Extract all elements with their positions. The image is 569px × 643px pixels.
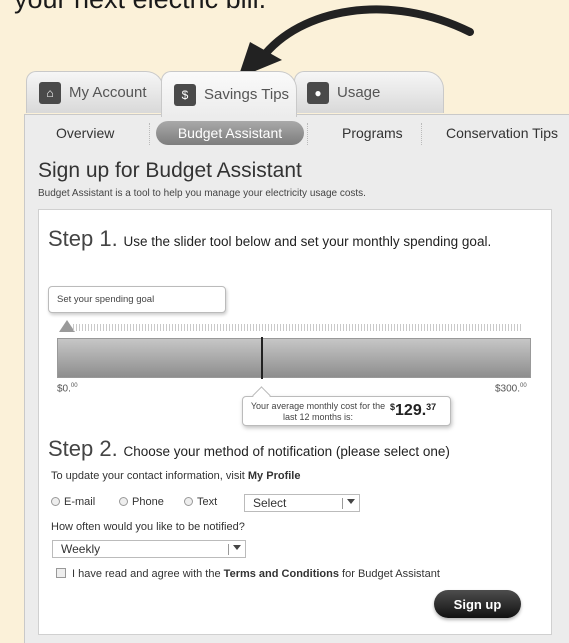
step1-heading: Step 1. Use the slider tool below and se… [48, 226, 491, 252]
lightbulb-icon: ● [307, 81, 329, 104]
radio-circle-icon [119, 497, 128, 506]
average-cost-tooltip: Your average monthly cost for the last 1… [242, 396, 451, 426]
my-profile-link[interactable]: My Profile [248, 470, 301, 482]
subnav-budget-assistant[interactable]: Budget Assistant [156, 121, 304, 145]
subnav-divider [307, 123, 308, 145]
radio-phone[interactable]: Phone [119, 496, 164, 508]
tab-label: My Account [69, 84, 147, 101]
chevron-down-icon [233, 545, 241, 550]
subnav-programs[interactable]: Programs [342, 125, 403, 141]
chevron-down-icon [347, 499, 355, 504]
step1-text: Use the slider tool below and set your m… [123, 234, 492, 249]
average-cost-value: $129.37 [390, 402, 437, 419]
subnav-divider [421, 123, 422, 145]
frequency-select[interactable]: Weekly [52, 540, 246, 558]
step2-text: Choose your method of notification (plea… [123, 444, 450, 459]
main-panel: Overview Budget Assistant Programs Conse… [24, 114, 569, 643]
sub-navigation: Overview Budget Assistant Programs Conse… [25, 119, 569, 151]
subnav-overview[interactable]: Overview [56, 125, 114, 141]
main-tabs: ⌂ My Account $ Savings Tips ● Usage [26, 71, 546, 117]
page-description: Budget Assistant is a tool to help you m… [38, 188, 366, 199]
subnav-conservation-tips[interactable]: Conservation Tips [446, 125, 558, 141]
method-select[interactable]: Select [244, 494, 360, 512]
slider-ticks [73, 324, 523, 331]
tab-label: Savings Tips [204, 86, 290, 103]
frequency-label: How often would you like to be notified? [51, 521, 245, 533]
tab-savings-tips[interactable]: $ Savings Tips [161, 71, 297, 117]
sign-up-button[interactable]: Sign up [434, 590, 521, 618]
tab-usage[interactable]: ● Usage [294, 71, 444, 113]
checkbox-icon [56, 568, 66, 578]
radio-circle-icon [184, 497, 193, 506]
signup-form: Step 1. Use the slider tool below and se… [38, 209, 552, 635]
subnav-divider [149, 123, 150, 145]
page-title: Sign up for Budget Assistant [38, 159, 302, 182]
average-cost-label: Your average monthly cost for the last 1… [250, 401, 386, 422]
home-icon: ⌂ [39, 81, 61, 104]
tab-my-account[interactable]: ⌂ My Account [26, 71, 164, 113]
radio-text[interactable]: Text [184, 496, 217, 508]
step2-heading: Step 2. Choose your method of notificati… [48, 436, 450, 462]
contact-info-line: To update your contact information, visi… [51, 470, 301, 482]
spending-goal-tooltip: Set your spending goal [48, 286, 226, 313]
tab-label: Usage [337, 84, 381, 101]
average-cost-marker [261, 337, 264, 379]
slider-min-label: $0.00 [57, 383, 78, 395]
terms-checkbox[interactable]: I have read and agree with the Terms and… [56, 568, 440, 580]
spending-slider-track[interactable] [57, 338, 531, 378]
step1-number: Step 1. [48, 226, 118, 251]
piggy-bank-icon: $ [174, 83, 196, 106]
radio-circle-icon [51, 497, 60, 506]
slider-max-label: $300.00 [495, 383, 527, 395]
terms-link[interactable]: Terms and Conditions [224, 568, 339, 580]
radio-email[interactable]: E-mail [51, 496, 95, 508]
step2-number: Step 2. [48, 436, 118, 461]
